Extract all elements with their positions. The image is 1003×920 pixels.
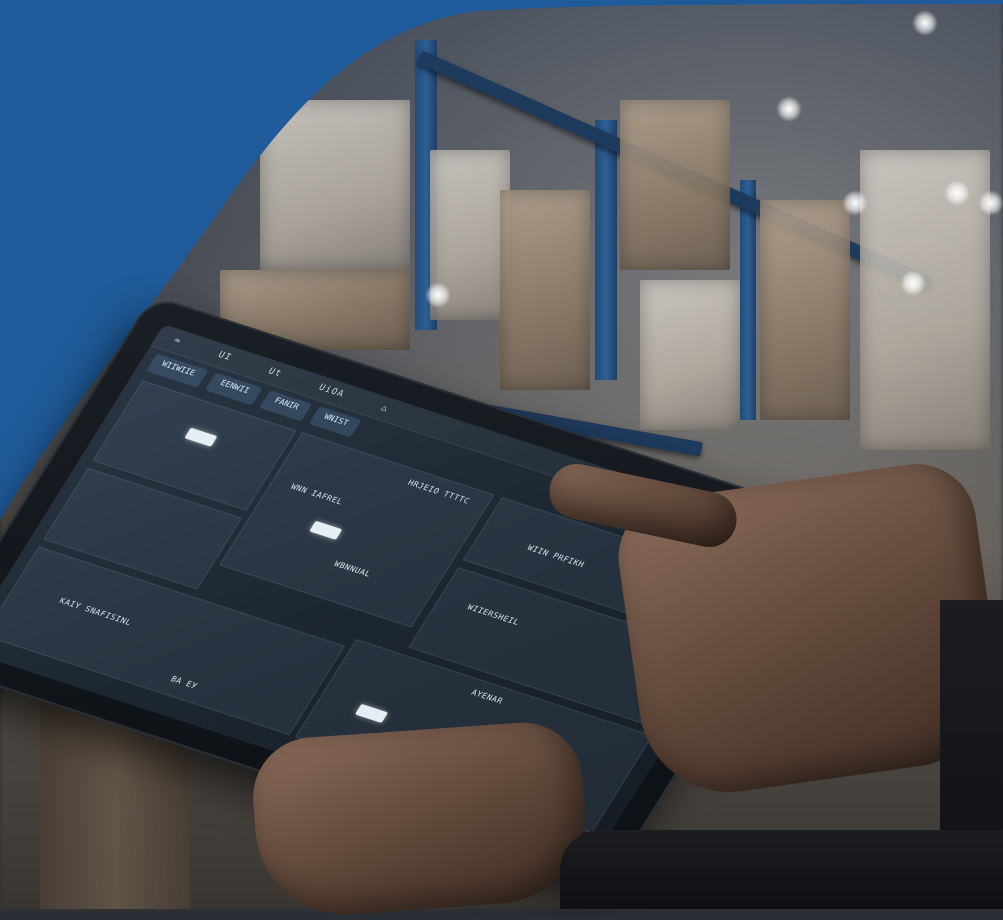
left-hand	[249, 718, 591, 920]
topbar-item[interactable]: UI	[216, 350, 234, 363]
topbar-item[interactable]: UіOА	[316, 383, 346, 400]
warehouse-photo: ≈ UI Ut UіOА △ WIIWIIЕ EENWII FANIR WNIS…	[0, 0, 1003, 920]
left-sleeve	[560, 830, 1003, 909]
menu-icon[interactable]: △	[379, 403, 391, 414]
topbar-item[interactable]: Ut	[266, 367, 284, 380]
wifi-icon: ≈	[171, 335, 184, 347]
